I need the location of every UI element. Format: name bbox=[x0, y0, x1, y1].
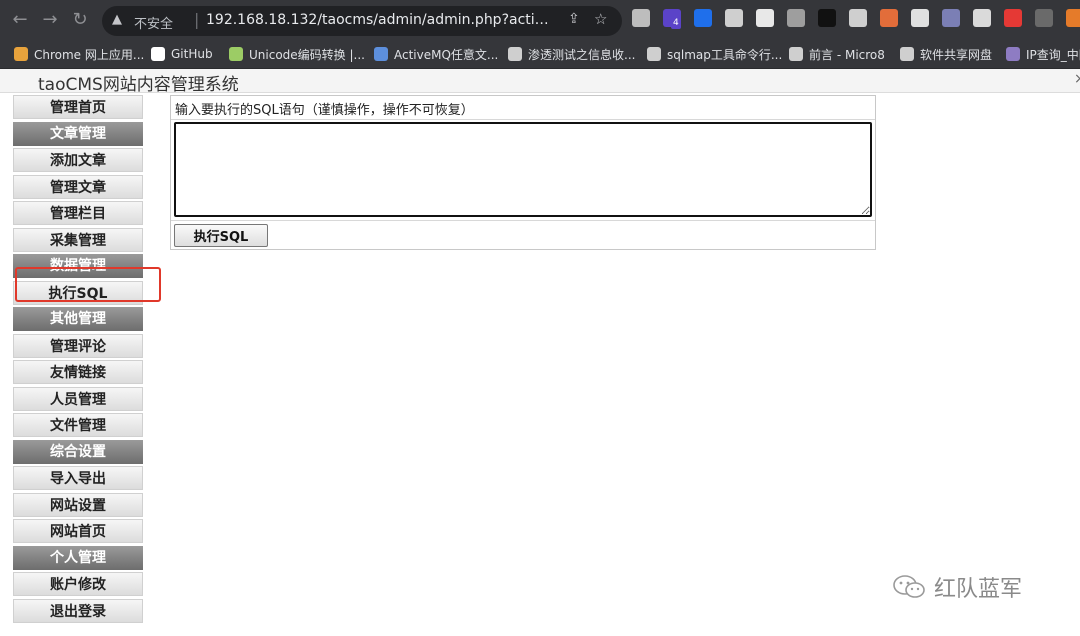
menu-item[interactable]: 管理评论 bbox=[13, 333, 143, 358]
menu-item[interactable]: 人员管理 bbox=[13, 386, 143, 411]
menu-item[interactable]: 友情链接 bbox=[13, 360, 143, 384]
globe-icon bbox=[789, 47, 803, 61]
watermark: 红队蓝军 bbox=[892, 572, 1022, 602]
page-title: taoCMS网站内容管理系统 bbox=[38, 75, 239, 95]
forward-button[interactable]: → bbox=[38, 8, 62, 32]
fe-extension-icon[interactable] bbox=[1004, 9, 1022, 27]
bookmark-ip-query[interactable]: IP查询_中国 bbox=[1006, 45, 1080, 63]
bookmark-activemq[interactable]: ActiveMQ任意文... bbox=[374, 45, 498, 63]
store-icon bbox=[14, 47, 28, 61]
sidebar-menu: 管理首页 文章管理 添加文章 管理文章 管理栏目 采集管理 数据管理 执行SQL 其他管理 管理评… bbox=[13, 95, 143, 625]
search-extension-icon[interactable] bbox=[849, 9, 867, 27]
ip-query-icon bbox=[1006, 47, 1020, 61]
bookmark-label: GitHub bbox=[171, 47, 213, 61]
hat-extension-icon[interactable] bbox=[1035, 9, 1053, 27]
sql-textarea[interactable] bbox=[174, 122, 872, 217]
menu-item[interactable]: 采集管理 bbox=[13, 227, 143, 252]
extensions-bar: 4 bbox=[632, 9, 1080, 31]
menu-item[interactable]: 管理首页 bbox=[13, 95, 143, 119]
wolf-extension-icon[interactable] bbox=[973, 9, 991, 27]
bookmark-star-icon[interactable]: ☆ bbox=[594, 10, 607, 28]
bookmark-unicode[interactable]: Unicode编码转换 |... bbox=[229, 45, 365, 63]
menu-item[interactable]: 管理文章 bbox=[13, 174, 143, 199]
bookmark-label: ActiveMQ任意文... bbox=[394, 47, 499, 62]
menu-item[interactable]: 导入导出 bbox=[13, 466, 143, 490]
menu-item[interactable]: 退出登录 bbox=[13, 598, 143, 623]
address-separator: | bbox=[194, 10, 200, 29]
menu-item[interactable]: 账户修改 bbox=[13, 572, 143, 596]
notion-extension-icon[interactable] bbox=[818, 9, 836, 27]
address-bar[interactable]: ▲ 不安全 | 192.168.18.132/taocms/admin/admi… bbox=[102, 6, 622, 36]
puzzle-badge-extension-icon[interactable]: 4 bbox=[663, 9, 681, 29]
menu-item[interactable]: 添加文章 bbox=[13, 148, 143, 172]
share-icon[interactable]: ⇪ bbox=[568, 11, 580, 27]
menu-item[interactable]: 网站首页 bbox=[13, 519, 143, 543]
bookmark-label: IP查询_中国 bbox=[1026, 47, 1080, 62]
menu-item[interactable]: 网站设置 bbox=[13, 492, 143, 517]
sqlmap-icon bbox=[647, 47, 661, 61]
page-header: taoCMS网站内容管理系统 × bbox=[0, 69, 1080, 95]
gear-extension-icon[interactable] bbox=[787, 9, 805, 27]
unicode-icon bbox=[229, 47, 243, 61]
activemq-icon bbox=[374, 47, 388, 61]
menu-group-header: 文章管理 bbox=[13, 121, 143, 146]
sql-panel: 输入要执行的SQL语句（谨慎操作，操作不可恢复） 执行SQL bbox=[170, 95, 876, 250]
divider bbox=[171, 220, 875, 221]
bookmark-label: 前言 - Micro8 bbox=[809, 47, 885, 62]
reload-button[interactable]: ↻ bbox=[68, 8, 92, 32]
cookie-extension-icon[interactable] bbox=[880, 9, 898, 27]
bookmarks-bar: Chrome 网上应用... GitHub Unicode编码转换 |... A… bbox=[0, 40, 1080, 69]
bookmark-micro8[interactable]: 前言 - Micro8 bbox=[789, 45, 885, 63]
bookmark-label: 软件共享网盘 bbox=[920, 47, 993, 62]
security-label[interactable]: 不安全 bbox=[134, 13, 173, 32]
wechat-icon bbox=[893, 575, 925, 598]
menu-group-header: 其他管理 bbox=[13, 307, 143, 331]
menu-item[interactable]: 管理栏目 bbox=[13, 201, 143, 225]
bookmark-label: 渗透测试之信息收... bbox=[528, 47, 636, 62]
browser-toolbar: ← → ↻ ▲ 不安全 | 192.168.18.132/taocms/admi… bbox=[0, 0, 1080, 40]
back-button[interactable]: ← bbox=[8, 8, 32, 32]
php-extension-icon[interactable] bbox=[942, 9, 960, 27]
highlight-box bbox=[15, 267, 161, 302]
record-extension-icon[interactable] bbox=[632, 9, 650, 27]
url-text[interactable]: 192.168.18.132/taocms/admin/admin.php?ac… bbox=[206, 12, 556, 28]
bookmark-sqlmap[interactable]: sqlmap工具命令行... bbox=[647, 45, 782, 63]
menu-group-header: 个人管理 bbox=[13, 545, 143, 570]
warning-icon[interactable]: ▲ bbox=[112, 12, 122, 27]
bookmark-chrome-store[interactable]: Chrome 网上应用... bbox=[14, 45, 144, 63]
bookmark-label: sqlmap工具命令行... bbox=[667, 47, 783, 62]
bookmark-label: Chrome 网上应用... bbox=[34, 47, 145, 62]
menu-group-header: 综合设置 bbox=[13, 439, 143, 464]
sql-caption: 输入要执行的SQL语句（谨慎操作，操作不可恢复） bbox=[175, 103, 474, 118]
hack-extension-icon[interactable] bbox=[1066, 9, 1080, 27]
bookmark-share-drive[interactable]: 软件共享网盘 bbox=[900, 45, 992, 63]
pentest-icon bbox=[508, 47, 522, 61]
extension-badge: 4 bbox=[671, 18, 681, 29]
menu-item[interactable]: 文件管理 bbox=[13, 413, 143, 437]
bookmark-github[interactable]: GitHub bbox=[151, 45, 213, 63]
w-extension-icon[interactable] bbox=[694, 9, 712, 27]
execute-sql-button[interactable]: 执行SQL bbox=[174, 224, 268, 247]
divider bbox=[171, 119, 875, 120]
close-icon[interactable]: × bbox=[1074, 71, 1080, 87]
proxy-extension-icon[interactable] bbox=[756, 9, 774, 27]
bookmark-label: Unicode编码转换 |... bbox=[249, 47, 365, 62]
watermark-text: 红队蓝军 bbox=[934, 577, 1023, 602]
bookmark-pentest[interactable]: 渗透测试之信息收... bbox=[508, 45, 635, 63]
dot-extension-icon[interactable] bbox=[911, 9, 929, 27]
globe-icon bbox=[900, 47, 914, 61]
github-icon bbox=[151, 47, 165, 61]
settings-extension-icon[interactable] bbox=[725, 9, 743, 27]
